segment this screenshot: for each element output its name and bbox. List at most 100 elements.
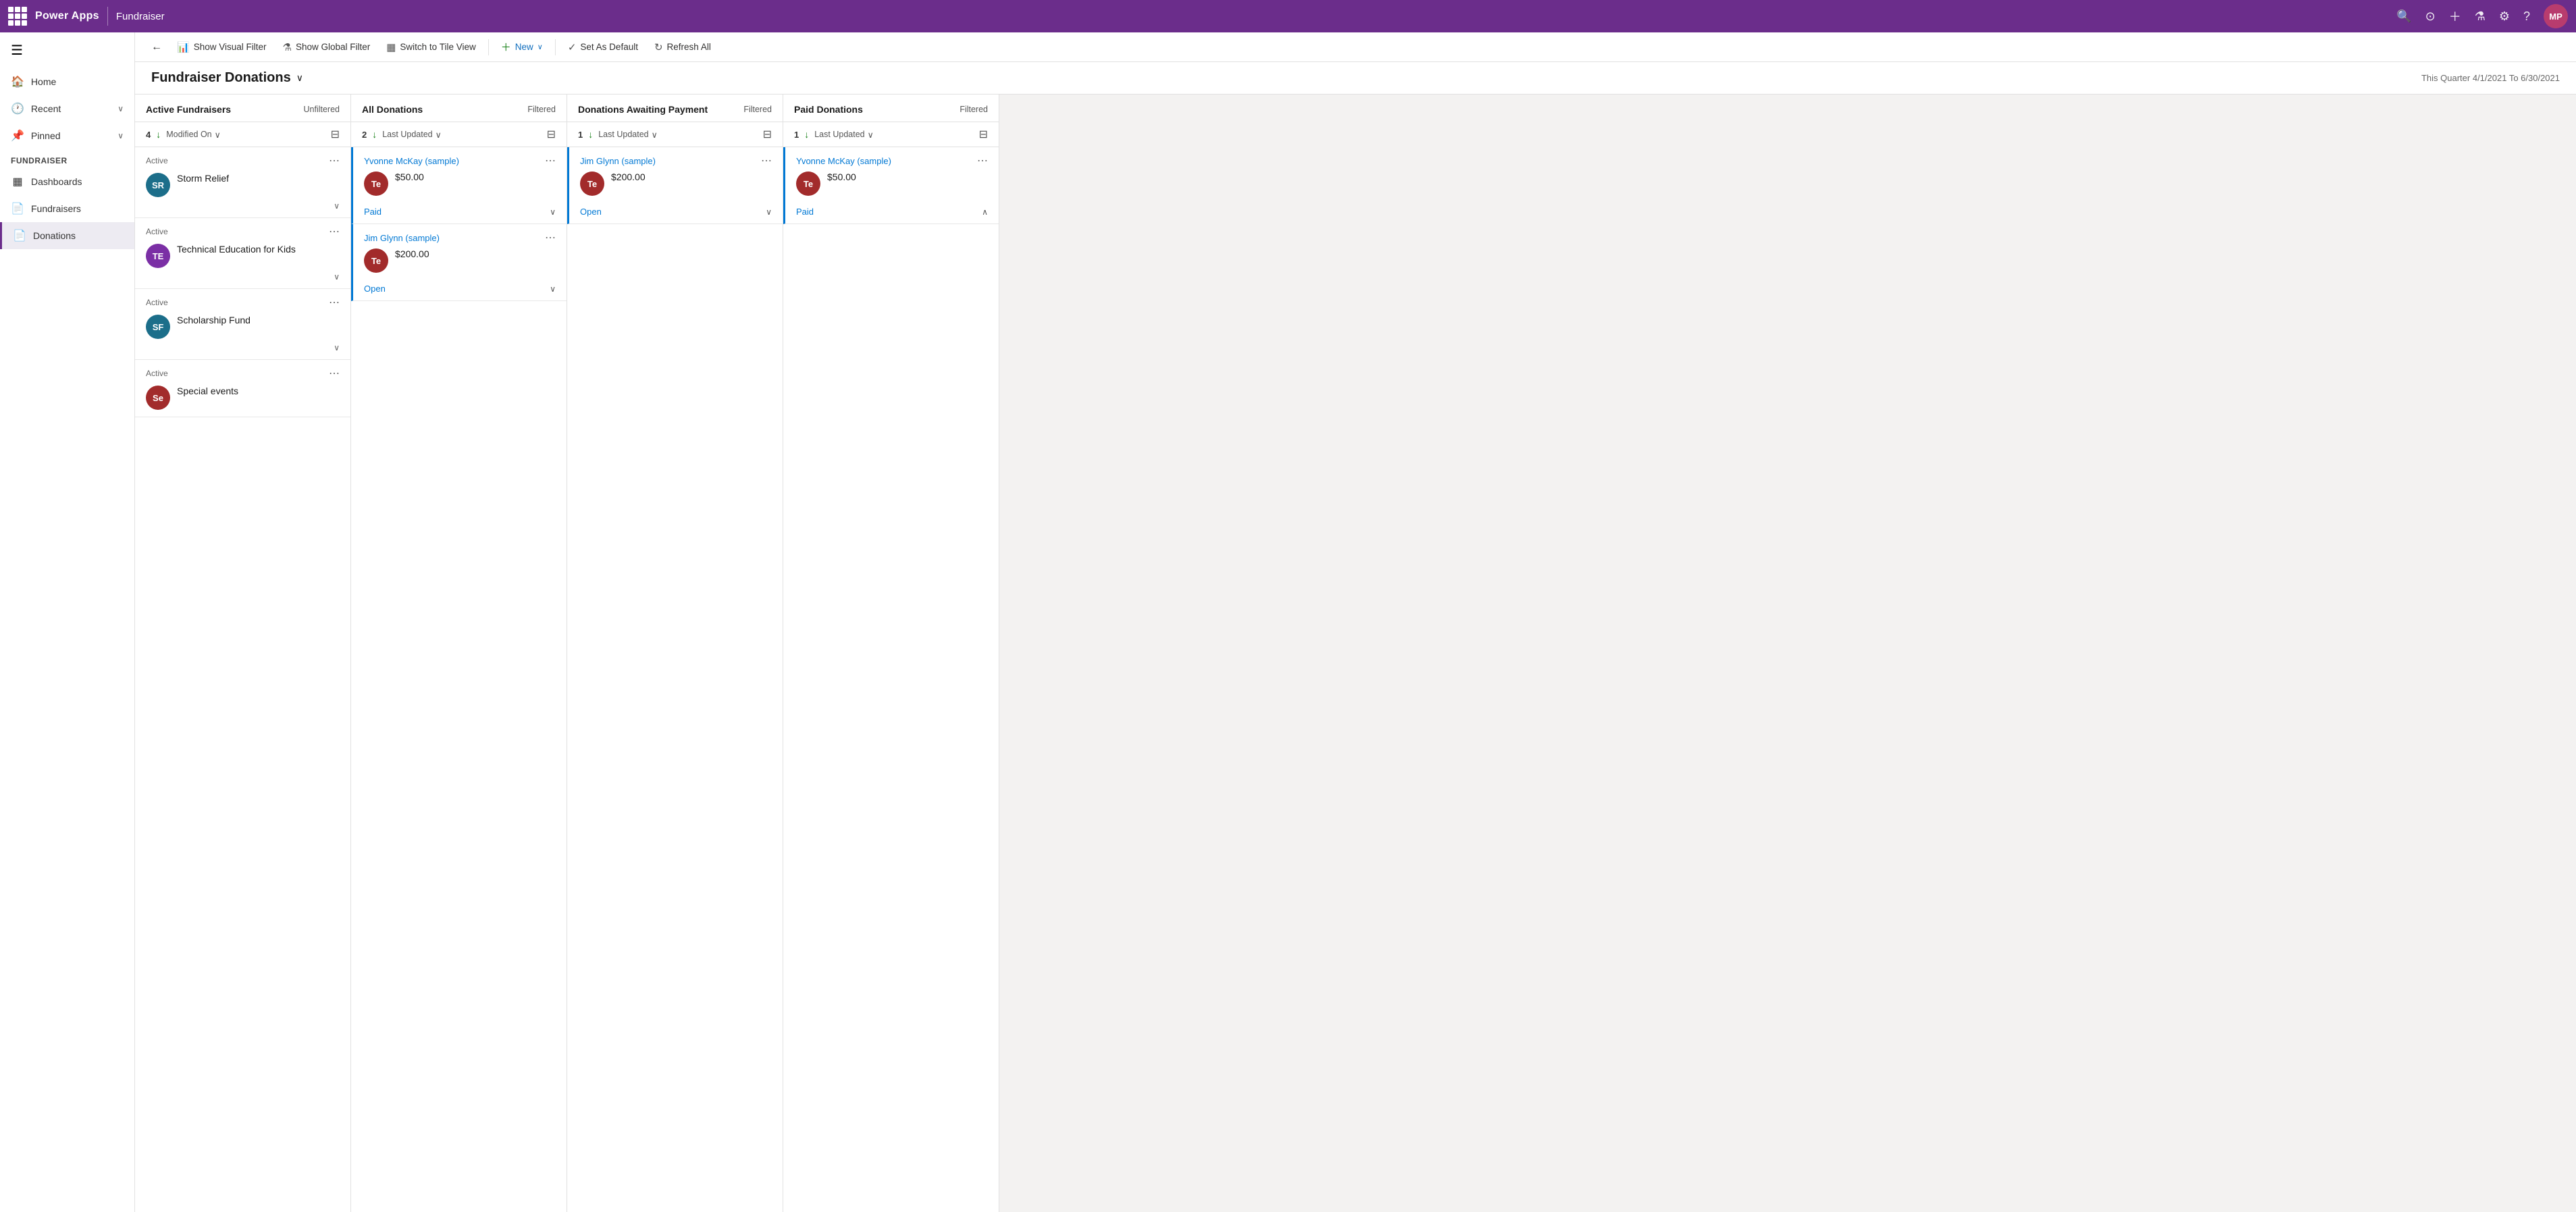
kanban-cards-paid-donations: Yvonne McKay (sample) ⋯ Te $50.00 [783,147,999,1212]
col-toolbar-awaiting-payment: 1 ↓ Last Updated ∨ ⊟ [567,122,783,147]
switch-tile-view-button[interactable]: ▦ Switch to Tile View [379,37,483,57]
bar-chart-icon: 📊 [177,41,190,53]
donation-more-3[interactable]: ⋯ [761,154,772,167]
date-range: This Quarter 4/1/2021 To 6/30/2021 [2421,73,2560,83]
settings-icon[interactable]: ⚙ [2499,9,2510,24]
col-view-toggle-2[interactable]: ⊟ [547,128,556,141]
donor-name-3[interactable]: Jim Glynn (sample) [580,156,656,166]
sidebar-home-label: Home [31,76,56,87]
card-more-menu[interactable]: ⋯ [329,154,340,167]
donation-more-1[interactable]: ⋯ [545,154,556,167]
donation-avatar-2: Te [364,248,388,273]
show-global-filter-button[interactable]: ⚗ Show Global Filter [275,37,377,57]
col-view-toggle-4[interactable]: ⊟ [979,128,988,141]
show-visual-filter-button[interactable]: 📊 Show Visual Filter [170,37,273,57]
pinned-chevron-icon: ∨ [117,131,124,140]
col-sort-label-3: Last Updated [598,130,648,139]
donation-status-2[interactable]: Open [364,284,386,294]
donation-initials-3: Te [587,179,597,189]
sidebar-section-title: Fundraiser [0,149,134,168]
donation-status-3[interactable]: Open [580,207,602,217]
sidebar-item-recent[interactable]: 🕐 Recent ∨ [0,95,134,122]
page-title[interactable]: Fundraiser Donations ∨ [151,70,303,86]
set-as-default-button[interactable]: ✓ Set As Default [561,37,645,57]
donation-amount-3: $200.00 [611,172,772,182]
card-status-label-4: Active [146,369,168,378]
donor-name-2[interactable]: Jim Glynn (sample) [364,233,440,243]
card-expand-icon[interactable]: ∨ [334,201,340,211]
col-toolbar-paid-donations: 1 ↓ Last Updated ∨ ⊟ [783,122,999,147]
donation-expand-3[interactable]: ∨ [766,207,772,217]
donation-expand-4[interactable]: ∧ [982,207,988,217]
filter-icon[interactable]: ⚗ [2475,9,2486,24]
card-more-menu-2[interactable]: ⋯ [329,225,340,238]
donation-expand-2[interactable]: ∨ [550,284,556,294]
donation-expand-1[interactable]: ∨ [550,207,556,217]
sidebar-item-donations[interactable]: 📄 Donations [0,222,134,249]
donation-body-4: Te $50.00 [796,172,988,196]
copilot-icon[interactable]: ⊙ [2425,9,2436,24]
hamburger-menu[interactable]: ☰ [0,32,134,68]
filter-funnel-icon: ⚗ [282,41,291,53]
user-avatar[interactable]: MP [2544,4,2568,28]
donation-initials-2: Te [371,256,381,266]
donation-avatar-1: Te [364,172,388,196]
col-sort-chevron-3: ∨ [652,130,658,140]
card-body: SR Storm Relief [146,173,340,197]
refresh-all-button[interactable]: ↻ Refresh All [648,37,718,57]
col-sort-all-donations[interactable]: Last Updated ∨ [382,130,442,140]
card-body-3: SF Scholarship Fund [146,315,340,339]
card-status-label-3: Active [146,298,168,307]
card-title-sf[interactable]: Scholarship Fund [177,315,340,325]
kanban-cards-all-donations: Yvonne McKay (sample) ⋯ Te $50.00 [351,147,567,1212]
sidebar-item-dashboards[interactable]: ▦ Dashboards [0,168,134,195]
sidebar-item-fundraisers[interactable]: 📄 Fundraisers [0,195,134,222]
donation-info-4: $50.00 [827,172,988,182]
donor-name-1[interactable]: Yvonne McKay (sample) [364,156,459,166]
avatar-initials-te: TE [153,251,164,261]
card-more-menu-4[interactable]: ⋯ [329,367,340,380]
donation-donor-2: Jim Glynn (sample) ⋯ [364,231,556,244]
card-title-te[interactable]: Technical Education for Kids [177,244,340,255]
col-count-active-fundraisers: 4 [146,130,151,140]
donation-info-3: $200.00 [611,172,772,182]
app-grid-icon[interactable] [8,7,27,26]
donation-more-4[interactable]: ⋯ [977,154,988,167]
donation-initials-1: Te [371,179,381,189]
show-visual-filter-label: Show Visual Filter [194,42,267,52]
content-area: ← 📊 Show Visual Filter ⚗ Show Global Fil… [135,32,2576,1212]
card-status-label-2: Active [146,227,168,236]
col-view-toggle-3[interactable]: ⊟ [763,128,772,141]
col-filter-all-donations: Filtered [527,105,556,114]
card-scholarship: Active ⋯ SF Scholarship Fund [135,289,350,360]
col-sort-paid-donations[interactable]: Last Updated ∨ [814,130,874,140]
donation-body-2: Te $200.00 [364,248,556,273]
col-sort-label-2: Last Updated [382,130,432,139]
col-sort-down-icon-3: ↓ [588,129,593,140]
donor-name-4[interactable]: Yvonne McKay (sample) [796,156,891,166]
kanban-board: Active Fundraisers Unfiltered 4 ↓ Modifi… [135,95,2576,1212]
card-expand-icon-2[interactable]: ∨ [334,272,340,282]
card-title-se[interactable]: Special events [177,386,340,396]
donation-status-1[interactable]: Paid [364,207,382,217]
back-button[interactable]: ← [146,37,167,57]
card-expand-icon-3[interactable]: ∨ [334,343,340,352]
add-icon[interactable]: ＋ [2449,7,2461,25]
new-button[interactable]: ＋ New ∨ [494,36,550,58]
donation-more-2[interactable]: ⋯ [545,231,556,244]
card-storm-relief: Active ⋯ SR Storm Relief ∨ [135,147,350,218]
card-more-menu-3[interactable]: ⋯ [329,296,340,309]
new-dropdown-icon[interactable]: ∨ [537,43,543,51]
card-title-sr[interactable]: Storm Relief [177,173,340,184]
col-sort-active-fundraisers[interactable]: Modified On ∨ [166,130,221,140]
sidebar-item-pinned[interactable]: 📌 Pinned ∨ [0,122,134,149]
donation-status-4[interactable]: Paid [796,207,814,217]
sidebar-item-home[interactable]: 🏠 Home [0,68,134,95]
col-sort-chevron: ∨ [215,130,221,140]
col-view-toggle[interactable]: ⊟ [331,128,340,141]
search-icon[interactable]: 🔍 [2396,9,2411,24]
col-title-all-donations: All Donations [362,104,423,115]
col-sort-awaiting-payment[interactable]: Last Updated ∨ [598,130,658,140]
help-icon[interactable]: ? [2523,9,2530,24]
cmd-separator-2 [555,39,556,55]
